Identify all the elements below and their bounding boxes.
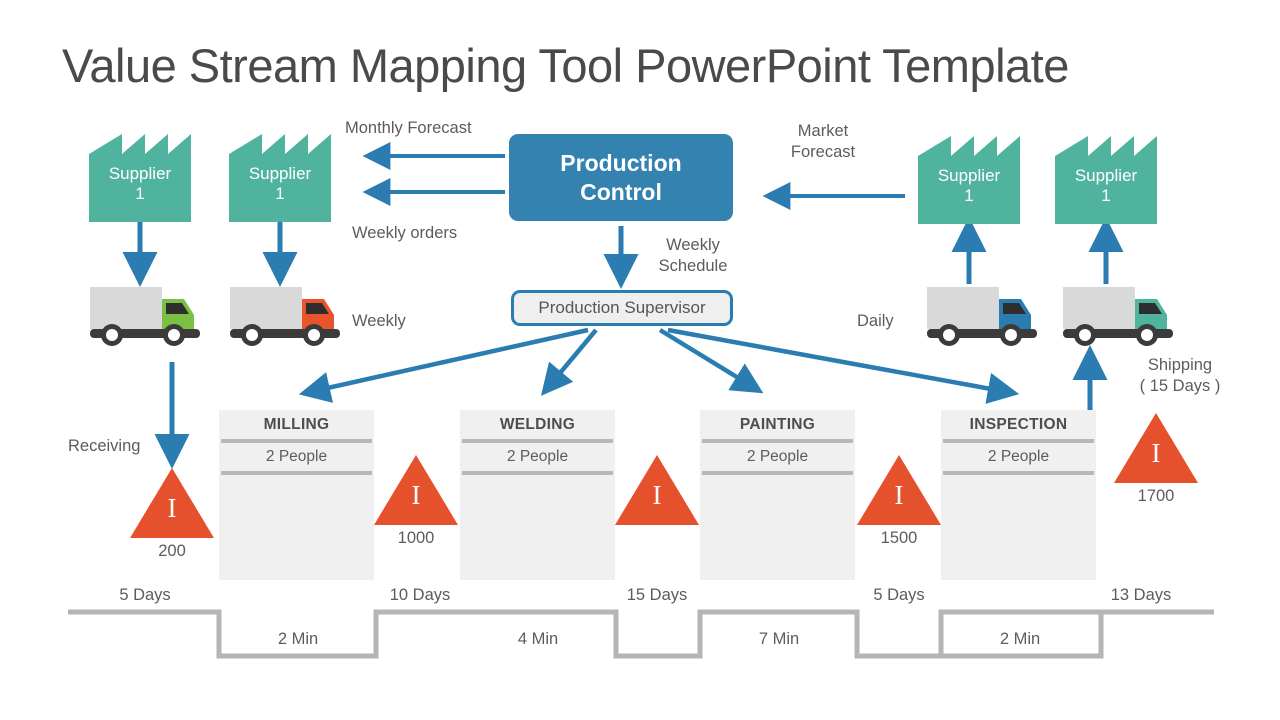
process-title: PAINTING [739, 415, 816, 433]
inventory-value: 1500 [880, 529, 918, 547]
supplier-left-1[interactable]: Supplier 1 [89, 134, 191, 222]
process-title: MILLING [263, 415, 330, 433]
truck-icon [230, 287, 340, 346]
timeline-lead-time: 13 Days [1110, 586, 1172, 604]
timeline-process-time: 4 Min [517, 630, 559, 648]
inventory-middle[interactable]: I [615, 455, 699, 529]
factory-icon [89, 134, 191, 222]
process-inspection[interactable]: INSPECTION 2 People [941, 410, 1096, 580]
production-supervisor-label: Production Supervisor [538, 298, 706, 317]
process-painting[interactable]: PAINTING 2 People [700, 410, 855, 580]
truck-shipping-blue[interactable] [925, 285, 1041, 347]
timeline-process-time: 2 Min [277, 630, 319, 648]
production-control-line1: Production [560, 149, 682, 176]
process-people: 2 People [987, 448, 1050, 465]
timeline-lead-time: 10 Days [389, 586, 451, 604]
process-divider [221, 471, 372, 475]
inventory-triangle: I [1114, 413, 1198, 483]
inventory-value: 200 [158, 542, 186, 560]
value-stream-map-canvas: Value Stream Mapping Tool PowerPoint Tem… [0, 0, 1280, 720]
inventory-1500[interactable]: I 1500 [857, 455, 941, 548]
label-daily: Daily [857, 312, 894, 330]
inventory-glyph: I [652, 480, 662, 510]
production-control-line2: Control [580, 178, 662, 205]
inventory-triangle: I [130, 468, 214, 538]
process-title: INSPECTION [969, 415, 1068, 433]
process-milling[interactable]: MILLING 2 People [219, 410, 374, 580]
inventory-1000[interactable]: I 1000 [374, 455, 458, 548]
label-weekly-schedule: Weekly Schedule [658, 236, 728, 275]
inventory-glyph: I [1151, 438, 1161, 468]
inventory-triangle: I [615, 455, 699, 525]
timeline-lead-time: 15 Days [626, 586, 688, 604]
factory-icon [1055, 136, 1157, 224]
supplier-right-2[interactable]: Supplier 1 [1055, 136, 1157, 224]
inventory-triangle: I [857, 455, 941, 525]
truck-shipping-teal[interactable] [1061, 285, 1177, 347]
truck-receiving-orange[interactable] [228, 285, 344, 347]
truck-icon [1063, 287, 1173, 346]
process-welding[interactable]: WELDING 2 People [460, 410, 615, 580]
timeline-lead-time: 5 Days [119, 586, 171, 604]
production-supervisor-box[interactable]: Production Supervisor [511, 290, 733, 326]
label-market-forecast: Market Forecast [790, 122, 856, 161]
truck-icon [90, 287, 200, 346]
process-divider [702, 471, 853, 475]
inventory-glyph: I [411, 480, 421, 510]
timeline: 5 Days 10 Days 15 Days 5 Days 13 Days 2 … [0, 580, 1280, 680]
timeline-lead-time: 5 Days [873, 586, 925, 604]
supplier-right-1[interactable]: Supplier 1 [918, 136, 1020, 224]
production-control-box[interactable]: Production Control [509, 134, 733, 221]
supplier-left-2[interactable]: Supplier 1 [229, 134, 331, 222]
timeline-process-time: 7 Min [758, 630, 800, 648]
arrow-supervisor-to-milling [298, 327, 589, 403]
label-weekly: Weekly [352, 312, 406, 330]
truck-icon [927, 287, 1037, 346]
process-divider [462, 471, 613, 475]
label-monthly-forecast: Monthly Forecast [345, 119, 472, 137]
inventory-200[interactable]: I 200 [130, 468, 214, 561]
label-shipping: Shipping ( 15 Days ) [1139, 356, 1221, 395]
label-receiving: Receiving [68, 437, 141, 455]
process-title: WELDING [499, 415, 576, 433]
inventory-1700[interactable]: I 1700 [1114, 413, 1198, 506]
timeline-process-time: 2 Min [999, 630, 1041, 648]
inventory-triangle: I [374, 455, 458, 525]
inventory-glyph: I [894, 480, 904, 510]
truck-receiving-green[interactable] [88, 285, 204, 347]
label-weekly-orders: Weekly orders [352, 224, 458, 242]
inventory-glyph: I [167, 493, 177, 523]
process-people: 2 People [506, 448, 569, 465]
inventory-value: 1000 [397, 529, 435, 547]
inventory-value: 1700 [1137, 487, 1175, 505]
process-people: 2 People [746, 448, 809, 465]
factory-icon [918, 136, 1020, 224]
process-divider [943, 471, 1094, 475]
process-people: 2 People [265, 448, 328, 465]
factory-icon [229, 134, 331, 222]
